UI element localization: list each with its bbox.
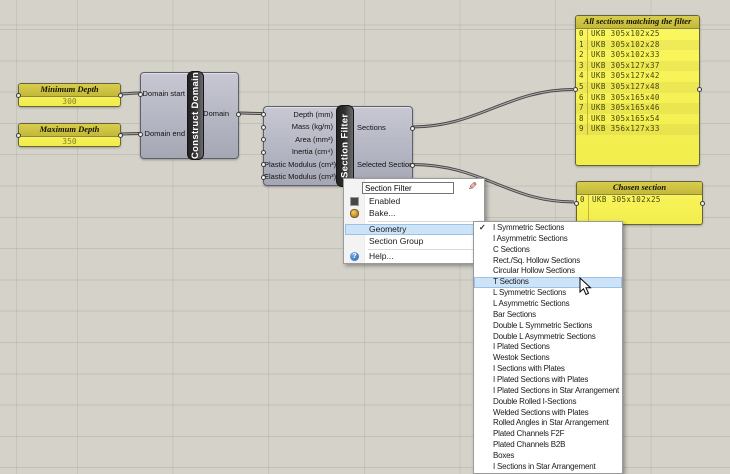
submenu-item[interactable]: I Asymmetric Sections (474, 234, 622, 245)
wire-sections-to-panel[interactable] (411, 88, 574, 129)
section-list: 0 UKB 305x102x25 1 UKB 305x102x28 2 UKB 305… (576, 29, 699, 135)
input-label: Plastic Modulus (cm³) (264, 159, 337, 169)
component-label[interactable]: Section Filter (336, 105, 354, 187)
enabled-checkbox-icon (350, 197, 359, 206)
input-label: Elastic Modulus (cm³) (264, 172, 337, 181)
submenu-item[interactable]: Double Rolled I-Sections (474, 397, 622, 408)
input-label: Inertia (cm⁴) (291, 147, 333, 156)
output-label: Sections (357, 123, 386, 132)
port-out[interactable] (118, 92, 123, 98)
menu-item-bake[interactable]: Bake... (345, 208, 483, 220)
input-label: Area (mm²) (295, 134, 333, 144)
submenu-item[interactable]: Plated Channels B2B (474, 440, 622, 451)
panel-title: Chosen section (577, 182, 702, 195)
panel-title: All sections matching the filter (576, 16, 699, 29)
input-label: Depth (mm) (293, 109, 333, 119)
port-in[interactable] (573, 87, 578, 92)
port-area[interactable] (261, 137, 266, 142)
menu-separator (368, 221, 481, 222)
submenu-item[interactable]: L Asymmetric Sections (474, 299, 622, 310)
panel-maximum-depth[interactable]: Maximum Depth 350 (16, 123, 123, 147)
list-item: 1 UKB 305x102x28 (576, 39, 699, 51)
port-elastic-modulus[interactable] (261, 174, 266, 180)
list-item: 5 UKB 305x127x48 (576, 81, 699, 93)
menu-item-help[interactable]: ? Help... (345, 251, 483, 263)
submenu-item[interactable]: Double L Asymmetric Sections (474, 332, 622, 343)
list-item: 2 UKB 305x102x33 (579, 50, 660, 60)
port-in[interactable] (16, 132, 21, 138)
edit-name-icon[interactable]: ✎ (468, 180, 477, 193)
checkmark-icon: ✓ (479, 223, 486, 232)
port-inertia[interactable] (261, 149, 266, 155)
list-item: 6 UKB 305x165x40 (579, 92, 660, 102)
input-label: Mass (kg/m) (291, 122, 333, 131)
component-construct-domain[interactable]: Construct Domain Domain start Domain end… (138, 71, 241, 160)
port-depth[interactable] (261, 112, 266, 117)
panel-minimum-depth[interactable]: Minimum Depth 300 (16, 83, 123, 107)
port-in[interactable] (16, 92, 21, 98)
submenu-item[interactable]: Westok Sections (474, 353, 622, 364)
submenu-item[interactable]: Double L Symmetric Sections (474, 321, 622, 332)
menu-item-geometry[interactable]: Geometry ▸ (345, 223, 483, 235)
submenu-item[interactable]: I Plated Sections with Plates (474, 375, 622, 386)
panel-title: Maximum Depth (19, 124, 120, 137)
port-out[interactable] (118, 132, 123, 138)
bake-icon (350, 209, 359, 218)
port-domain-out[interactable] (236, 111, 241, 117)
list-item: 4 UKB 305x127x42 (579, 71, 660, 81)
submenu-item[interactable]: L Symmetric Sections (474, 288, 622, 299)
port-domain-end[interactable] (138, 131, 143, 137)
section-list: 0 UKB 305x102x25 (577, 195, 702, 224)
port-domain-start[interactable] (138, 91, 143, 97)
submenu-item[interactable]: Circular Hollow Sections (474, 266, 622, 277)
port-out[interactable] (697, 87, 702, 92)
output-label: Selected Section (357, 160, 414, 169)
help-icon: ? (350, 251, 359, 261)
submenu-item[interactable]: I Sections with Plates (474, 364, 622, 375)
panel-all-sections[interactable]: All sections matching the filter 0 UKB 30… (573, 15, 702, 166)
submenu-item[interactable]: Boxes (474, 451, 622, 462)
mouse-cursor (579, 277, 592, 296)
menu-item-section-group[interactable]: Section Group ▸ (345, 236, 483, 248)
submenu-item[interactable]: Welded Sections with Plates (474, 408, 622, 419)
submenu-item[interactable]: Rolled Angles in Star Arrangement (474, 418, 622, 429)
list-item: 8 UKB 305x165x54 (579, 113, 660, 123)
list-item: 0 UKB 305x102x25 (580, 195, 661, 204)
submenu-item[interactable]: Rect./Sq. Hollow Sections (474, 256, 622, 267)
geometry-submenu: ✓ I Symmetric Sections I Asymmetric Secti… (473, 221, 623, 474)
submenu-item-t-sections[interactable]: T Sections (474, 277, 622, 289)
submenu-item-i-symmetric[interactable]: ✓ I Symmetric Sections (474, 223, 622, 234)
context-menu: ✎ Enabled Bake... Geometry ▸ Section Gro… (343, 178, 485, 264)
port-in[interactable] (574, 200, 579, 206)
port-mass[interactable] (261, 124, 266, 130)
submenu-item[interactable]: I Sections in Star Arrangement (474, 462, 622, 473)
grasshopper-canvas[interactable]: Minimum Depth 300 Maximum Depth 350 Cons… (0, 0, 730, 474)
menu-separator (368, 248, 481, 250)
list-item: 0 UKB 305x102x25 (579, 29, 660, 38)
component-name-input[interactable] (362, 182, 454, 194)
port-sections-out[interactable] (410, 125, 415, 131)
component-label[interactable]: Construct Domain (187, 71, 204, 160)
submenu-item[interactable]: C Sections (474, 245, 622, 256)
submenu-item[interactable]: Bar Sections (474, 310, 622, 321)
wire-domain-to-depth[interactable] (237, 111, 263, 115)
panel-value: 300 (62, 97, 77, 106)
input-label: Domain start (142, 89, 185, 98)
panel-value: 350 (62, 137, 77, 146)
submenu-item[interactable]: Plated Channels F2F (474, 429, 622, 440)
list-item: 7 UKB 305x165x46 (576, 103, 699, 114)
port-out[interactable] (700, 200, 705, 206)
panel-chosen-section[interactable]: Chosen section 0 UKB 305x102x25 (574, 181, 705, 225)
input-label: Domain end (144, 129, 185, 138)
submenu-item[interactable]: I Plated Sections in Star Arrangement (474, 386, 622, 397)
output-label: Domain (203, 109, 229, 118)
submenu-item[interactable]: I Plated Sections (474, 342, 622, 353)
menu-item-enabled[interactable]: Enabled (345, 196, 483, 208)
list-item: 3 UKB 305x127x37 (576, 60, 699, 72)
panel-title: Minimum Depth (19, 84, 120, 97)
port-selected-section-out[interactable] (410, 162, 415, 168)
component-section-filter[interactable]: Section Filter Depth (mm) Mass (kg/m) Ar… (261, 105, 415, 187)
list-item: 9 UKB 356x127x33 (576, 124, 699, 135)
port-plastic-modulus[interactable] (261, 162, 266, 167)
